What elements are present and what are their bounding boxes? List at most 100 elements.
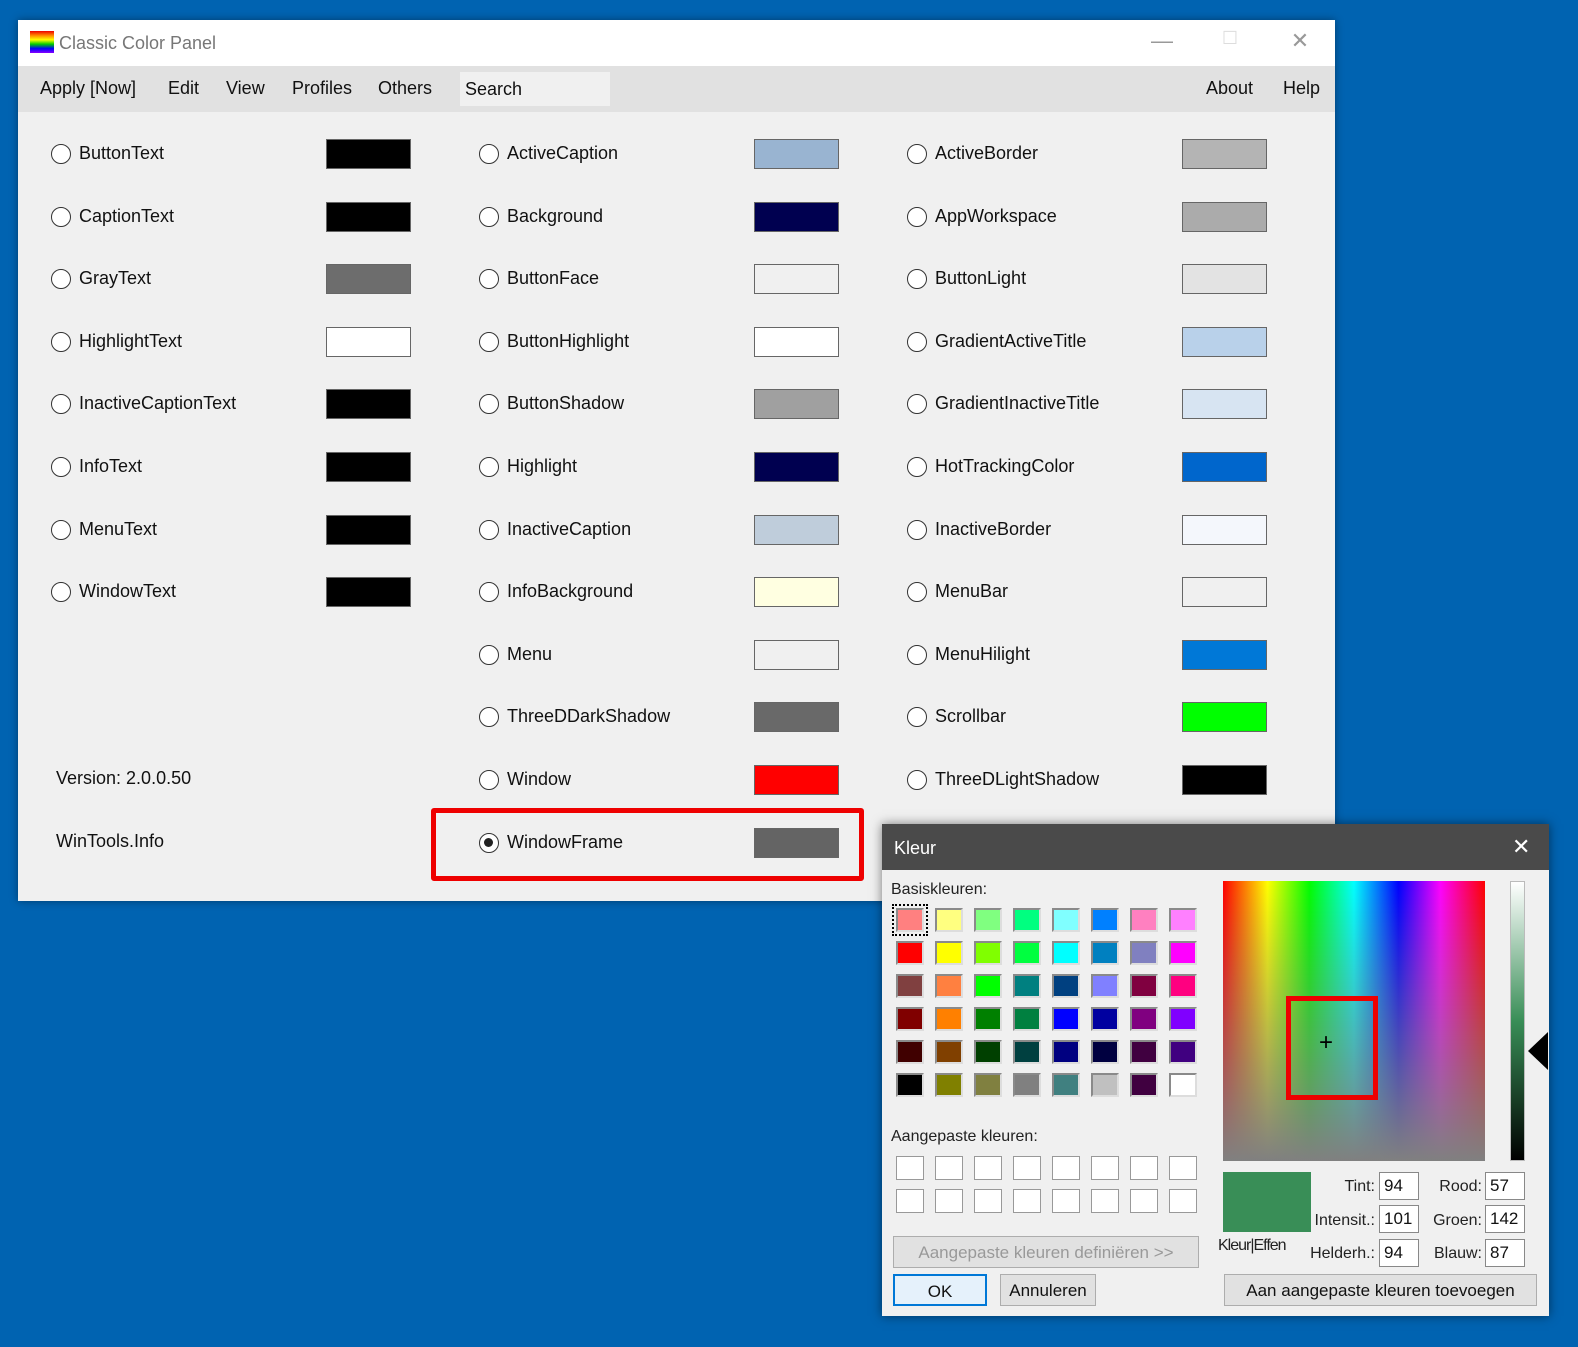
radio-button[interactable]: [907, 519, 927, 540]
basic-color-swatch[interactable]: [896, 1040, 924, 1064]
basic-color-swatch[interactable]: [1130, 1040, 1158, 1064]
luminance-arrow-icon[interactable]: [1528, 1032, 1548, 1070]
custom-color-swatch[interactable]: [1169, 1189, 1197, 1213]
basic-color-swatch[interactable]: [1091, 1040, 1119, 1064]
color-swatch[interactable]: [1182, 389, 1267, 420]
radio-button[interactable]: [907, 582, 927, 603]
color-swatch[interactable]: [1182, 639, 1267, 670]
radio-button[interactable]: [907, 206, 927, 227]
basic-color-swatch[interactable]: [1169, 908, 1197, 932]
basic-color-swatch[interactable]: [1052, 941, 1080, 965]
menu-profiles[interactable]: Profiles: [292, 78, 352, 99]
color-swatch[interactable]: [326, 264, 411, 295]
green-input[interactable]: 142: [1485, 1205, 1525, 1233]
radio-button[interactable]: [479, 457, 499, 477]
basic-color-swatch[interactable]: [974, 908, 1002, 932]
basic-color-swatch[interactable]: [1013, 941, 1041, 965]
radio-button[interactable]: [51, 331, 71, 352]
basic-color-swatch[interactable]: [1091, 1073, 1119, 1097]
basic-color-swatch[interactable]: [974, 974, 1002, 998]
menu-others[interactable]: Others: [378, 78, 432, 99]
basic-color-swatch[interactable]: [1130, 941, 1158, 965]
color-swatch[interactable]: [754, 452, 839, 482]
radio-button[interactable]: [479, 582, 499, 603]
color-swatch[interactable]: [754, 139, 839, 169]
radio-button[interactable]: [51, 582, 71, 603]
color-swatch[interactable]: [326, 514, 411, 545]
custom-color-swatch[interactable]: [1130, 1189, 1158, 1213]
basic-color-swatch[interactable]: [1169, 974, 1197, 998]
custom-color-swatch[interactable]: [1013, 1189, 1041, 1213]
saturation-input[interactable]: 101: [1379, 1205, 1419, 1233]
basic-color-swatch[interactable]: [892, 904, 928, 936]
dialog-close-icon[interactable]: ✕: [1512, 834, 1530, 860]
color-swatch[interactable]: [754, 577, 839, 608]
custom-color-swatch[interactable]: [1052, 1189, 1080, 1213]
radio-button[interactable]: [479, 331, 499, 352]
radio-button[interactable]: [479, 644, 499, 665]
custom-color-swatch[interactable]: [1052, 1156, 1080, 1180]
custom-color-swatch[interactable]: [1091, 1189, 1119, 1213]
color-swatch[interactable]: [1182, 765, 1267, 795]
ok-button[interactable]: OK: [893, 1274, 987, 1306]
tint-input[interactable]: 94: [1379, 1172, 1419, 1200]
color-swatch[interactable]: [1182, 139, 1267, 169]
basic-color-swatch[interactable]: [1052, 974, 1080, 998]
basic-color-swatch[interactable]: [1169, 1007, 1197, 1031]
basic-color-swatch[interactable]: [1091, 941, 1119, 965]
basic-color-swatch[interactable]: [935, 974, 963, 998]
basic-color-swatch[interactable]: [1013, 1040, 1041, 1064]
color-swatch[interactable]: [326, 201, 411, 232]
color-swatch[interactable]: [754, 514, 839, 545]
color-swatch[interactable]: [754, 389, 839, 420]
color-swatch[interactable]: [1182, 264, 1267, 295]
custom-color-swatch[interactable]: [1091, 1156, 1119, 1180]
color-swatch[interactable]: [754, 702, 839, 733]
menu-edit[interactable]: Edit: [168, 78, 199, 99]
radio-button[interactable]: [907, 394, 927, 415]
add-to-custom-colors-button[interactable]: Aan aangepaste kleuren toevoegen: [1224, 1274, 1537, 1306]
basic-color-swatch[interactable]: [1091, 1007, 1119, 1031]
basic-color-swatch[interactable]: [1052, 1040, 1080, 1064]
custom-color-swatch[interactable]: [1130, 1156, 1158, 1180]
basic-color-swatch[interactable]: [1052, 908, 1080, 932]
red-input[interactable]: 57: [1485, 1172, 1525, 1200]
basic-color-swatch[interactable]: [1169, 941, 1197, 965]
custom-color-swatch[interactable]: [935, 1156, 963, 1180]
basic-color-swatch[interactable]: [935, 908, 963, 932]
blue-input[interactable]: 87: [1485, 1239, 1525, 1267]
radio-button[interactable]: [907, 269, 927, 290]
radio-button[interactable]: [907, 457, 927, 477]
basic-color-swatch[interactable]: [974, 1040, 1002, 1064]
custom-color-swatch[interactable]: [1013, 1156, 1041, 1180]
basic-color-swatch[interactable]: [1013, 974, 1041, 998]
color-swatch[interactable]: [1182, 452, 1267, 482]
custom-color-swatch[interactable]: [974, 1156, 1002, 1180]
basic-color-swatch[interactable]: [1130, 974, 1158, 998]
radio-button[interactable]: [479, 707, 499, 728]
color-swatch[interactable]: [754, 639, 839, 670]
basic-color-swatch[interactable]: [896, 941, 924, 965]
close-icon[interactable]: ✕: [1280, 28, 1320, 58]
luminance-slider[interactable]: [1510, 881, 1525, 1161]
basic-color-swatch[interactable]: [935, 1007, 963, 1031]
basic-color-swatch[interactable]: [1052, 1073, 1080, 1097]
basic-color-swatch[interactable]: [1091, 974, 1119, 998]
website-link[interactable]: WinTools.Info: [56, 831, 164, 852]
basic-color-swatch[interactable]: [1013, 1073, 1041, 1097]
basic-color-swatch[interactable]: [935, 941, 963, 965]
maximize-icon[interactable]: ☐: [1210, 28, 1250, 58]
luminance-input[interactable]: 94: [1379, 1239, 1419, 1267]
color-swatch[interactable]: [754, 264, 839, 295]
custom-color-swatch[interactable]: [974, 1189, 1002, 1213]
search-input[interactable]: Search: [460, 72, 610, 106]
basic-color-swatch[interactable]: [1169, 1040, 1197, 1064]
basic-color-swatch[interactable]: [896, 1073, 924, 1097]
color-swatch[interactable]: [326, 577, 411, 608]
menu-about[interactable]: About: [1206, 78, 1253, 99]
color-swatch[interactable]: [326, 326, 411, 357]
menu-help[interactable]: Help: [1283, 78, 1320, 99]
color-swatch[interactable]: [1182, 326, 1267, 357]
radio-button[interactable]: [51, 269, 71, 290]
radio-button[interactable]: [51, 519, 71, 540]
